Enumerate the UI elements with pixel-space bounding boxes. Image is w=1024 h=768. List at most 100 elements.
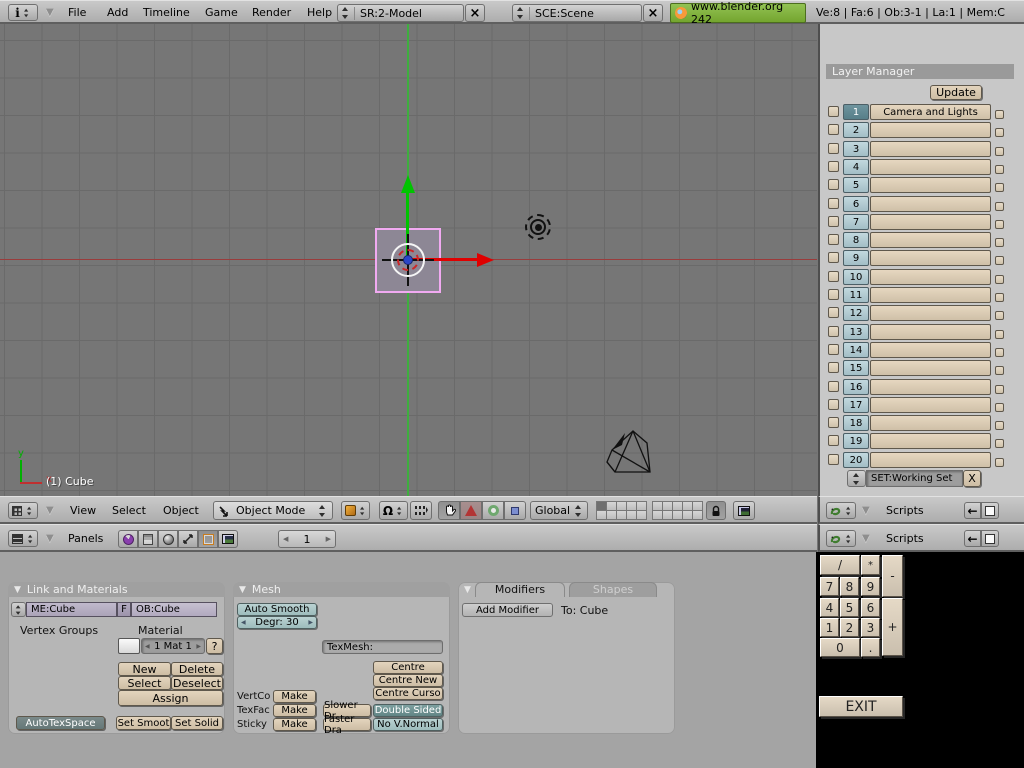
calc-key-multiply[interactable]: * — [861, 555, 880, 575]
calc-key-3[interactable]: 3 — [861, 618, 880, 637]
manipulator-rotate-button[interactable] — [482, 501, 504, 520]
layer-lock-checkbox[interactable] — [995, 183, 1004, 193]
scene-selector[interactable]: SCE:Scene — [512, 4, 642, 22]
proportional-edit-button[interactable] — [410, 501, 432, 520]
calc-exit-button[interactable]: EXIT — [819, 696, 903, 717]
mode-dropdown[interactable]: Object Mode — [213, 501, 333, 520]
calc-key-0[interactable]: 0 — [820, 638, 860, 657]
layer-name-field[interactable] — [870, 250, 991, 267]
editor-type-button-3dview[interactable] — [8, 502, 38, 519]
layer-visibility-checkbox[interactable] — [828, 179, 839, 191]
fake-user-button[interactable]: F — [117, 602, 131, 617]
mesh-browse-button[interactable] — [11, 602, 26, 617]
tab-modifiers[interactable]: Modifiers — [475, 582, 565, 597]
layer-name-field[interactable] — [870, 415, 991, 432]
menu-select[interactable]: Select — [112, 504, 146, 517]
layer-visibility-checkbox[interactable] — [828, 417, 839, 429]
layer-lock-checkbox[interactable] — [995, 110, 1004, 119]
lock-layers-button[interactable] — [706, 501, 726, 520]
layer-name-field[interactable] — [870, 433, 991, 450]
calc-key-decimal[interactable]: . — [861, 638, 880, 657]
layer-visibility-checkbox[interactable] — [828, 252, 839, 264]
layer-lock-checkbox[interactable] — [995, 347, 1004, 357]
add-modifier-button[interactable]: Add Modifier — [462, 603, 553, 617]
collapse-menu-icon[interactable]: ▼ — [46, 505, 54, 516]
editor-type-button-scripts[interactable] — [826, 530, 856, 547]
layer-number-button[interactable]: 5 — [843, 177, 869, 194]
script-context-button[interactable] — [138, 530, 158, 548]
mesh-panel-header[interactable]: ▼ Mesh — [233, 582, 450, 597]
calc-key-minus[interactable]: - — [882, 555, 903, 597]
layer-visibility-checkbox[interactable] — [828, 270, 839, 282]
menu-object[interactable]: Object — [163, 504, 199, 517]
layer-name-field[interactable] — [870, 305, 991, 322]
layer-name-field[interactable] — [870, 158, 991, 175]
menu-add[interactable]: Add — [107, 6, 128, 19]
logic-context-button[interactable] — [118, 530, 138, 548]
collapse-menu-icon[interactable]: ▼ — [46, 533, 54, 544]
layer-visibility-checkbox[interactable] — [828, 215, 839, 227]
material-assign-button[interactable]: Assign — [118, 690, 223, 706]
layer-buttons-group-2[interactable] — [651, 500, 703, 520]
layer-visibility-checkbox[interactable] — [828, 325, 839, 337]
layer-lock-checkbox[interactable] — [995, 311, 1004, 321]
layer-visibility-checkbox[interactable] — [828, 142, 839, 154]
layer-visibility-checkbox[interactable] — [828, 106, 839, 117]
editing-context-button[interactable] — [198, 530, 218, 548]
render-preview-button[interactable] — [733, 501, 755, 520]
no-vnormal-flip-toggle[interactable]: No V.Normal — [373, 718, 443, 731]
layer-visibility-checkbox[interactable] — [828, 362, 839, 374]
scripts-new-window-button[interactable] — [981, 530, 999, 547]
set-name-field[interactable]: SET:Working Set — [866, 470, 963, 487]
layer-name-field[interactable]: Camera and Lights — [870, 104, 991, 120]
layer-number-button[interactable]: 2 — [843, 122, 869, 139]
texfac-make-button[interactable]: Make — [273, 704, 316, 717]
layer-lock-checkbox[interactable] — [995, 128, 1004, 138]
layer-name-field[interactable] — [870, 177, 991, 194]
collapse-menu-icon[interactable]: ▼ — [862, 533, 870, 544]
calc-key-7[interactable]: 7 — [820, 577, 839, 596]
layer-number-button[interactable]: 1 — [843, 104, 869, 120]
scene-context-button[interactable] — [218, 530, 238, 548]
menu-help[interactable]: Help — [307, 6, 332, 19]
menu-timeline[interactable]: Timeline — [143, 6, 190, 19]
layer-number-button[interactable]: 7 — [843, 213, 869, 230]
layer-name-field[interactable] — [870, 323, 991, 340]
centre-cursor-button[interactable]: Centre Curso — [373, 687, 443, 700]
material-index-stepper[interactable]: ◀ 1 Mat 1 ▶ — [141, 638, 205, 654]
layer-number-button[interactable]: 17 — [843, 396, 869, 413]
set-smooth-button[interactable]: Set Smoot — [116, 716, 171, 730]
pivot-button[interactable]: Ω — [379, 501, 408, 520]
shading-context-button[interactable] — [158, 530, 178, 548]
layer-number-button[interactable]: 8 — [843, 232, 869, 249]
layer-lock-checkbox[interactable] — [995, 439, 1004, 449]
layer-lock-checkbox[interactable] — [995, 146, 1004, 156]
layer-lock-checkbox[interactable] — [995, 201, 1004, 211]
tab-shapes[interactable]: Shapes — [569, 582, 657, 597]
viewport-3d[interactable]: y x (1) Cube — [0, 24, 817, 496]
panel-collapse-icon[interactable]: ▼ — [14, 585, 21, 595]
manipulator-toggle-button[interactable] — [438, 501, 460, 520]
menu-file[interactable]: File — [68, 6, 86, 19]
degr-stepper[interactable]: ◀ Degr: 30 ▶ — [237, 616, 317, 629]
calc-key-2[interactable]: 2 — [840, 618, 859, 637]
editor-type-button-scripts[interactable] — [826, 502, 856, 519]
orientation-dropdown[interactable]: Global — [530, 501, 588, 520]
layer-lock-checkbox[interactable] — [995, 164, 1004, 174]
sticky-make-button[interactable]: Make — [273, 718, 316, 731]
material-deselect-button[interactable]: Deselect — [171, 676, 223, 690]
set-close-button[interactable]: X — [963, 470, 981, 487]
layer-visibility-checkbox[interactable] — [828, 435, 839, 447]
menu-game[interactable]: Game — [205, 6, 238, 19]
layer-visibility-checkbox[interactable] — [828, 160, 839, 172]
layer-lock-checkbox[interactable] — [995, 274, 1004, 284]
editor-type-button-buttons[interactable] — [8, 530, 38, 547]
layer-visibility-checkbox[interactable] — [828, 197, 839, 209]
layer-visibility-checkbox[interactable] — [828, 398, 839, 410]
layer-number-button[interactable]: 20 — [843, 451, 869, 468]
panel-collapse-icon[interactable]: ▼ — [239, 585, 246, 595]
scripts-back-button[interactable]: ← — [964, 530, 981, 547]
layer-name-field[interactable] — [870, 287, 991, 303]
layer-lock-checkbox[interactable] — [995, 421, 1004, 431]
mat-next-icon[interactable]: ▶ — [196, 643, 201, 650]
